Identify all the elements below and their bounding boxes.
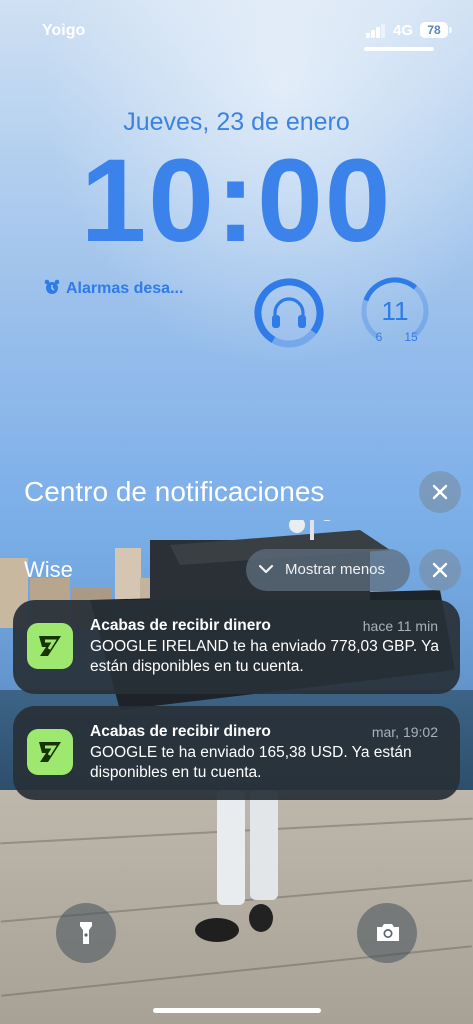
show-less-label: Mostrar menos bbox=[285, 561, 386, 578]
flashlight-icon bbox=[80, 922, 92, 944]
network-type: 4G bbox=[393, 22, 414, 39]
control-center-indicator[interactable] bbox=[364, 47, 434, 51]
battery-level: 78 bbox=[427, 23, 441, 37]
lock-time: 10:00 bbox=[80, 135, 393, 267]
clear-group-button[interactable] bbox=[419, 549, 461, 591]
close-icon bbox=[432, 562, 448, 578]
notification-card[interactable]: Acabas de recibir dinero mar, 19:02 GOOG… bbox=[13, 706, 460, 800]
chevron-down-icon bbox=[258, 564, 274, 574]
person-legs bbox=[217, 790, 278, 905]
weather-max: 15 bbox=[404, 330, 418, 344]
weather-gauge: 11 6 15 bbox=[361, 277, 429, 345]
camera-button[interactable] bbox=[357, 903, 417, 963]
carrier-name: Yoigo bbox=[42, 22, 86, 39]
status-bar: Yoigo 4G 78 bbox=[0, 0, 473, 60]
lock-date: Jueves, 23 de enero bbox=[123, 108, 350, 136]
wise-app-icon bbox=[27, 729, 73, 775]
notification-title: Acabas de recibir dinero bbox=[90, 617, 271, 634]
alarm-widget[interactable]: Alarmas desa... bbox=[44, 279, 183, 298]
signal-icon bbox=[366, 24, 388, 38]
notification-body: GOOGLE IRELAND te ha enviado 778,03 GBP.… bbox=[90, 638, 439, 675]
close-icon bbox=[432, 484, 448, 500]
notification-group-app: Wise bbox=[24, 557, 73, 582]
weather-widget[interactable]: 11 6 15 bbox=[359, 275, 431, 347]
flashlight-button[interactable] bbox=[56, 903, 116, 963]
notification-card[interactable]: Acabas de recibir dinero hace 11 min GOO… bbox=[13, 600, 460, 694]
camera-icon bbox=[377, 924, 399, 941]
wise-app-icon bbox=[27, 623, 73, 669]
headphones-widget[interactable] bbox=[253, 277, 325, 349]
notification-center-title: Centro de notificaciones bbox=[24, 476, 325, 507]
clear-all-button[interactable] bbox=[419, 471, 461, 513]
weather-min: 6 bbox=[376, 330, 383, 344]
alarm-widget-label: Alarmas desa... bbox=[66, 280, 184, 297]
show-less-button[interactable]: Mostrar menos bbox=[246, 549, 410, 591]
notification-time: mar, 19:02 bbox=[371, 724, 438, 740]
battery-tip bbox=[449, 27, 452, 33]
battery-icon: 78 bbox=[420, 22, 448, 38]
weather-value: 11 bbox=[382, 296, 409, 326]
notification-time: hace 11 min bbox=[362, 618, 438, 634]
notification-title: Acabas de recibir dinero bbox=[90, 723, 271, 740]
alarm-clock-icon bbox=[44, 279, 60, 294]
person-shoes bbox=[195, 904, 273, 942]
notification-body: GOOGLE te ha enviado 165,38 USD. Ya está… bbox=[90, 744, 412, 781]
headphones-icon bbox=[272, 297, 306, 328]
home-indicator[interactable] bbox=[153, 1008, 321, 1013]
